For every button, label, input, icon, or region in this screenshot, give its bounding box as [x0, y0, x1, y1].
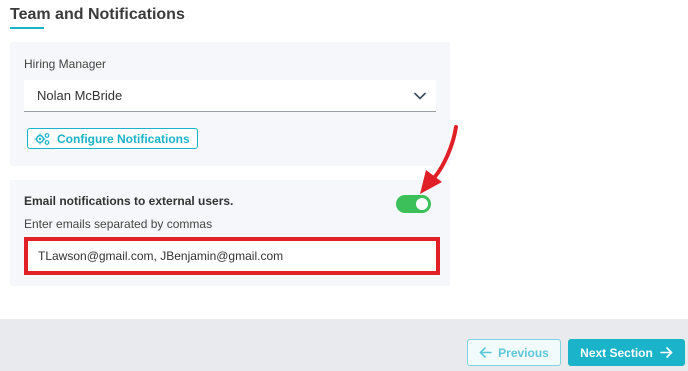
hiring-manager-label: Hiring Manager — [24, 57, 107, 71]
section-title-underline — [10, 27, 44, 29]
external-email-title: Email notifications to external users. — [24, 194, 234, 208]
hiring-manager-selected-value: Nolan McBride — [37, 88, 123, 103]
previous-button-label: Previous — [498, 345, 549, 360]
toggle-knob — [416, 198, 428, 210]
gear-icon — [34, 132, 50, 145]
section-title: Team and Notifications — [10, 6, 185, 23]
arrow-left-icon — [479, 347, 492, 358]
external-email-instructions: Enter emails separated by commas — [24, 217, 213, 231]
configure-notifications-label: Configure Notifications — [57, 131, 190, 146]
chevron-down-icon — [414, 92, 426, 99]
configure-notifications-button[interactable]: Configure Notifications — [27, 128, 198, 149]
previous-button[interactable]: Previous — [467, 339, 561, 366]
next-section-button[interactable]: Next Section — [568, 339, 685, 366]
next-section-button-label: Next Section — [580, 345, 653, 360]
hiring-manager-select[interactable]: Nolan McBride — [24, 80, 436, 112]
arrow-right-icon — [660, 347, 673, 358]
page: Team and Notifications Hiring Manager No… — [0, 0, 688, 371]
external-email-toggle[interactable] — [396, 195, 431, 213]
external-email-input[interactable] — [24, 238, 436, 274]
external-email-card: Email notifications to external users. E… — [10, 180, 450, 286]
hiring-manager-card: Hiring Manager Nolan McBride Configure N… — [10, 42, 450, 166]
footer-bar: Previous Next Section — [0, 319, 688, 371]
